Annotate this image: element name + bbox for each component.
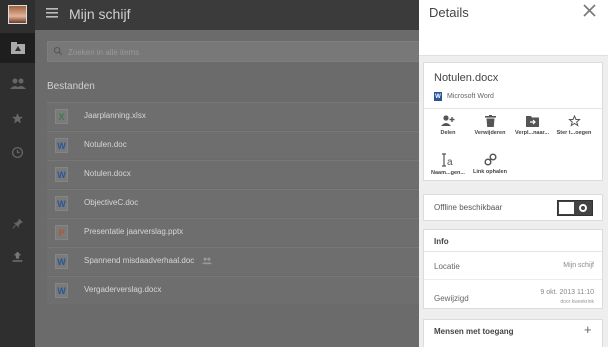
powerpoint-icon: P xyxy=(55,225,68,240)
nav-my-drive[interactable] xyxy=(0,33,35,63)
delete-label: Verwijderen xyxy=(474,130,506,136)
file-name: Presentatie jaarverslag.pptx xyxy=(84,227,184,236)
file-row[interactable]: W Spannend misdaadverhaal.doc xyxy=(47,247,437,275)
svg-text:a: a xyxy=(447,157,453,167)
main-content: Bestanden X Jaarplanning.xlsx W Notulen.doc… xyxy=(35,30,437,347)
app-header: Mijn schijf xyxy=(35,0,419,30)
detail-file-name: Notulen.docx xyxy=(434,72,499,84)
clock-icon xyxy=(11,146,24,158)
nav-starred[interactable] xyxy=(0,103,35,133)
divider xyxy=(424,108,602,109)
star-icon xyxy=(12,112,23,123)
close-icon[interactable] xyxy=(583,4,596,17)
search-icon xyxy=(53,46,63,56)
file-row[interactable]: P Presentatie jaarverslag.pptx xyxy=(47,218,437,246)
shared-icon xyxy=(202,257,212,265)
file-type-label: Microsoft Word xyxy=(447,93,494,100)
location-label: Locatie xyxy=(434,262,460,271)
details-header: Details xyxy=(419,0,608,56)
location-value[interactable]: Mijn schijf xyxy=(563,262,594,269)
file-name: Notulen.doc xyxy=(84,140,127,149)
modified-row: Gewijzigd 9 okt. 2013 11:10 door kweekri… xyxy=(424,280,602,309)
info-title: Info xyxy=(434,237,449,246)
modified-value: 9 okt. 2013 11:10 xyxy=(540,289,594,296)
avatar[interactable] xyxy=(8,5,27,24)
toggle-off-icon xyxy=(579,204,587,212)
nav-pinned[interactable] xyxy=(0,208,35,238)
word-icon: W xyxy=(55,138,68,153)
share-label: Delen xyxy=(440,130,456,136)
file-name: ObjectiveC.doc xyxy=(84,198,139,207)
excel-icon: X xyxy=(55,109,68,124)
people-card: Mensen met toegang + xyxy=(423,319,603,347)
file-name: Jaarplanning.xlsx xyxy=(84,111,146,120)
file-row[interactable]: W Notulen.doc xyxy=(47,131,437,159)
delete-button[interactable]: Verwijderen xyxy=(471,115,509,136)
menu-icon[interactable] xyxy=(46,8,58,18)
file-card: Notulen.docx W Microsoft Word Delen Verw… xyxy=(423,62,603,181)
left-nav-rail xyxy=(0,0,35,347)
link-icon xyxy=(483,153,497,166)
nav-recent[interactable] xyxy=(0,137,35,167)
file-row[interactable]: W Notulen.docx xyxy=(47,160,437,188)
move-button[interactable]: Verpl...naar... xyxy=(513,115,551,136)
file-list: X Jaarplanning.xlsx W Notulen.doc W Notulen.d… xyxy=(47,102,437,305)
file-row[interactable]: X Jaarplanning.xlsx xyxy=(47,102,437,130)
drive-icon xyxy=(10,42,25,54)
search-input[interactable] xyxy=(68,44,368,60)
word-icon: W xyxy=(55,283,68,298)
location-row: Locatie Mijn schijf xyxy=(424,252,602,280)
details-panel: Details Notulen.docx W Microsoft Word De… xyxy=(419,0,608,347)
nav-shared[interactable] xyxy=(0,69,35,99)
people-icon xyxy=(9,78,26,89)
word-icon: W xyxy=(434,92,442,101)
move-folder-icon xyxy=(525,116,539,127)
pin-icon xyxy=(12,218,23,229)
trash-icon xyxy=(484,115,496,127)
offline-card: Offline beschikbaar xyxy=(423,194,603,221)
page-title: Mijn schijf xyxy=(69,6,131,22)
move-label: Verpl...naar... xyxy=(515,130,549,136)
modified-label: Gewijzigd xyxy=(434,294,469,303)
file-name: Notulen.docx xyxy=(84,169,131,178)
offline-toggle[interactable] xyxy=(557,200,593,216)
file-row[interactable]: W ObjectiveC.doc xyxy=(47,189,437,217)
file-name: Spannend misdaadverhaal.doc xyxy=(84,256,195,265)
add-person-icon xyxy=(441,115,455,126)
people-label: Mensen met toegang xyxy=(434,327,514,336)
info-header: Info xyxy=(424,230,602,252)
rename-button[interactable]: a Naam...gen... xyxy=(429,153,467,176)
toggle-knob xyxy=(559,202,574,214)
file-type: W Microsoft Word xyxy=(434,92,494,101)
info-card: Info Locatie Mijn schijf Gewijzigd 9 okt… xyxy=(423,229,603,309)
get-link-label: Link ophalen xyxy=(473,169,507,175)
get-link-button[interactable]: Link ophalen xyxy=(471,153,509,175)
file-row[interactable]: W Vergaderverslag.docx xyxy=(47,276,437,304)
file-name: Vergaderverslag.docx xyxy=(84,285,162,294)
search-bar[interactable] xyxy=(47,41,427,62)
word-icon: W xyxy=(55,167,68,182)
details-title: Details xyxy=(429,5,469,20)
upload-icon xyxy=(12,251,23,262)
star-outline-icon xyxy=(567,115,581,127)
word-icon: W xyxy=(55,196,68,211)
modified-by: door kweekrink xyxy=(560,299,594,305)
offline-label: Offline beschikbaar xyxy=(434,203,503,212)
nav-upload[interactable] xyxy=(0,241,35,271)
star-label: Ster t...oegen xyxy=(556,130,592,136)
word-icon: W xyxy=(55,254,68,269)
rename-label: Naam...gen... xyxy=(431,170,465,176)
rename-icon: a xyxy=(442,153,453,167)
share-button[interactable]: Delen xyxy=(429,115,467,136)
add-people-button[interactable]: + xyxy=(584,322,592,337)
star-button[interactable]: Ster t...oegen xyxy=(555,115,593,136)
files-section-label: Bestanden xyxy=(47,81,95,92)
